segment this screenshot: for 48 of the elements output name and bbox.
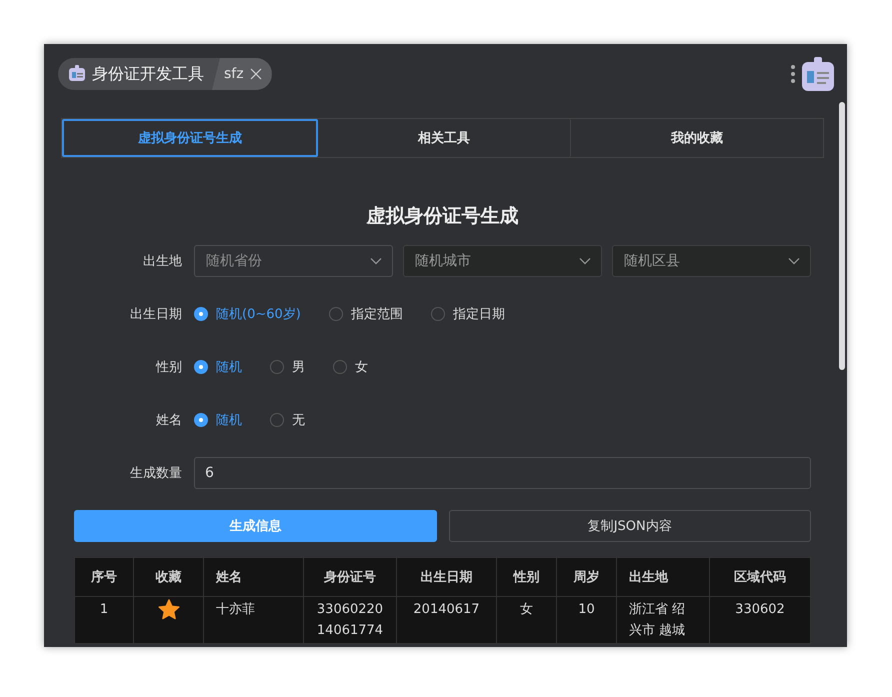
- chevron-down-icon: [370, 257, 382, 265]
- field-label: 姓名: [155, 412, 183, 429]
- table-cell: 女: [496, 596, 556, 644]
- close-icon[interactable]: [250, 68, 262, 80]
- table-cell: 10: [556, 596, 616, 644]
- column-header: 序号: [74, 558, 134, 596]
- field-label: 出生日期: [129, 306, 183, 323]
- column-header: 区域代码: [710, 558, 810, 596]
- section-heading: 虚拟身份证号生成: [365, 204, 520, 229]
- chevron-down-icon: [788, 257, 800, 265]
- table-cell: 十亦菲: [204, 596, 304, 644]
- column-header: 收藏: [134, 558, 204, 596]
- radio-option[interactable]: 指定日期: [430, 305, 505, 323]
- column-header: 性别: [496, 558, 556, 596]
- radio-option[interactable]: 随机: [194, 411, 242, 429]
- radio-option[interactable]: 女: [333, 358, 368, 376]
- column-header: 出生日期: [396, 558, 496, 596]
- column-header: 出生地: [616, 558, 710, 596]
- radio-option[interactable]: 随机: [194, 358, 242, 376]
- id-card-icon[interactable]: [801, 56, 835, 92]
- tab[interactable]: 相关工具: [318, 119, 571, 157]
- tool-tab[interactable]: 身份证开发工具 sfz: [58, 58, 272, 90]
- table-cell: 浙江省 绍 兴市 越城: [616, 596, 710, 644]
- column-header: 周岁: [556, 558, 616, 596]
- select-field[interactable]: 随机省份: [194, 245, 393, 277]
- tab[interactable]: 我的收藏: [571, 119, 823, 157]
- input-field[interactable]: 6: [194, 457, 811, 489]
- field-label: 性别: [154, 359, 183, 376]
- chevron-down-icon: [579, 257, 591, 265]
- scrollbar[interactable]: [839, 102, 845, 370]
- field-label: 生成数量: [129, 465, 183, 482]
- table-cell: 33060220 14061774: [304, 596, 396, 644]
- star-icon[interactable]: [158, 599, 180, 620]
- radio-option[interactable]: 指定范围: [328, 305, 403, 323]
- tool-title: 身份证开发工具: [91, 64, 205, 84]
- column-header: 姓名: [204, 558, 304, 596]
- table-cell: 20140617: [396, 596, 496, 644]
- tab[interactable]: 虚拟身份证号生成: [62, 119, 318, 157]
- keyword-chip: sfz: [212, 58, 272, 90]
- field-label: 出生地: [142, 253, 183, 270]
- radio-option[interactable]: 随机(0~60岁): [194, 305, 301, 323]
- copy-button[interactable]: 复制JSON内容: [448, 510, 811, 542]
- radio-option[interactable]: 男: [270, 358, 305, 376]
- column-header: 身份证号: [304, 558, 396, 596]
- table-cell: 330602: [710, 596, 810, 644]
- table-cell: 1: [74, 596, 134, 644]
- more-icon[interactable]: [791, 64, 795, 84]
- radio-option[interactable]: 无: [270, 411, 305, 429]
